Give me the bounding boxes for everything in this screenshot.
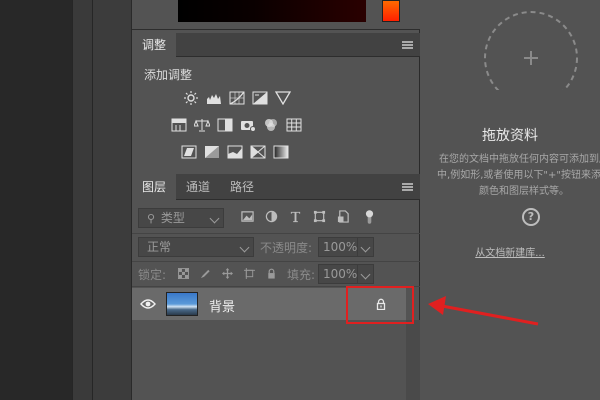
add-to-library-icon[interactable] [483,0,579,90]
levels-icon[interactable] [205,90,223,106]
fill-dropdown[interactable] [357,264,374,284]
opacity-dropdown[interactable] [357,237,374,257]
lock-image-pixels-icon[interactable] [198,266,212,280]
brightness-contrast-icon[interactable] [182,90,200,106]
adjustment-layer-filter-icon[interactable] [264,209,278,223]
shape-layer-filter-icon[interactable] [312,209,326,223]
fill-label: 填充: [287,268,316,282]
exposure-icon[interactable] [251,90,269,106]
layers-tabbar: 图层 通道 路径 [132,174,421,200]
invert-icon[interactable] [180,144,198,160]
color-panel [132,0,421,30]
lock-all-icon[interactable] [264,266,278,280]
photo-filter-icon[interactable] [239,117,257,133]
selective-color-icon[interactable] [249,144,267,160]
channel-mixer-icon[interactable] [262,117,280,133]
opacity-value: 100% [323,240,358,254]
threshold-icon[interactable] [226,144,244,160]
hue-slider[interactable] [382,0,400,22]
eye-icon[interactable] [140,298,156,310]
chevron-down-icon [360,242,371,253]
help-icon[interactable]: ? [522,208,540,226]
side-toolbar-strip [72,0,92,400]
adjustments-row-3 [180,144,290,160]
blend-mode-select[interactable]: 正常 [138,237,254,257]
chevron-down-icon [239,242,250,253]
panel-menu-icon[interactable] [402,41,413,49]
new-library-link[interactable]: 从文档新建库... [420,244,600,259]
layer-thumbnail [166,292,198,316]
annotation-highlight-box [346,286,414,324]
opacity-label: 不透明度: [260,241,313,255]
panels-column: 调整 添加调整 图层 通道 路径 ⚲ 类型 正常 不透明度: 100% 锁定: … [131,0,421,400]
hue-saturation-icon[interactable] [170,117,188,133]
pixel-layer-filter-icon[interactable] [240,209,254,223]
posterize-icon[interactable] [203,144,221,160]
curves-icon[interactable] [228,90,246,106]
divider [132,233,421,234]
add-adjustment-label: 添加调整 [144,68,193,82]
tab-channels[interactable]: 通道 [176,174,220,200]
adjustments-tabbar: 调整 [132,33,421,57]
lock-position-icon[interactable] [220,266,234,280]
prevent-auto-nesting-icon[interactable] [242,266,256,280]
vibrance-icon[interactable] [274,90,292,106]
lock-transparent-pixels-icon[interactable] [176,266,190,280]
black-white-icon[interactable] [216,117,234,133]
tab-paths[interactable]: 路径 [220,174,264,200]
smart-object-filter-icon[interactable] [336,209,350,223]
layer-filter-row: ⚲ 类型 [136,205,417,231]
libraries-title: 拖放资料 [482,128,538,144]
tab-adjustments[interactable]: 调整 [132,33,177,57]
document-canvas-area [0,0,72,400]
layers-scrollbar[interactable] [406,320,421,400]
layer-name[interactable]: 背景 [209,296,235,315]
fill-value: 100% [323,267,358,281]
libraries-description: 在您的文档中拖放任何内容可添加到库中,例如形,或者使用以下"+"按钮来添加颜色和… [437,154,600,197]
chevron-down-icon [360,269,371,280]
adjustments-row-2 [170,117,303,133]
filter-kind-value: 类型 [160,211,185,225]
color-picker-field[interactable] [178,0,366,22]
color-balance-icon[interactable] [193,117,211,133]
tab-layers[interactable]: 图层 [132,174,177,200]
filter-toggle-icon[interactable] [362,209,376,224]
divider [132,261,421,262]
lock-label: 锁定: [138,268,167,282]
adjustments-row-1 [182,90,292,106]
type-layer-filter-icon[interactable] [288,209,302,223]
color-lookup-icon[interactable] [285,117,303,133]
search-icon: ⚲ [147,212,156,225]
gradient-map-icon[interactable] [272,144,290,160]
collapsed-dock [93,0,131,400]
layers-menu-icon[interactable] [402,183,413,191]
chevron-down-icon [209,213,220,224]
blend-mode-value: 正常 [147,240,172,254]
filter-kind-select[interactable]: ⚲ 类型 [138,208,224,228]
